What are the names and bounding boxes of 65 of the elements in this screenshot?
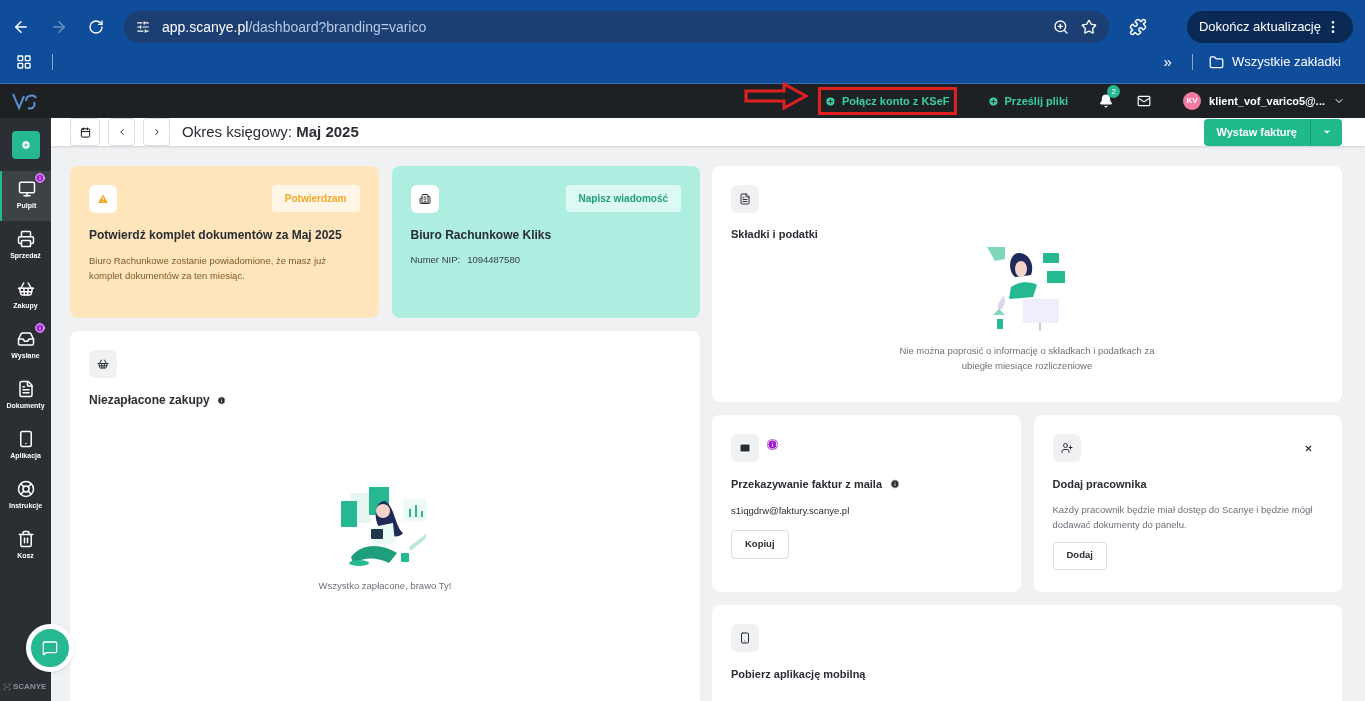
card-title: Przekazywanie faktur z maila (731, 477, 882, 492)
add-user-icon (1052, 434, 1081, 462)
basket-icon (89, 350, 117, 378)
url-text: app.scanye.pl/dashboard?branding=varico (162, 17, 427, 37)
document-icon (731, 185, 759, 213)
phone-icon (731, 624, 759, 652)
brand-mark: SCANYE (0, 681, 51, 701)
caret-icon (1321, 127, 1332, 137)
empty-state-text: Wszystko zapłacone, brawo Ty! (318, 579, 452, 593)
avatar: KV (1183, 92, 1202, 110)
card-title: Dodaj pracownika (1052, 477, 1148, 492)
user-menu[interactable]: KV klient_vof_varico5@... (1183, 92, 1345, 110)
user-name: klient_vof_varico5@... (1209, 93, 1325, 109)
bookmarks-folder[interactable]: Wszystkie zakładki (1200, 52, 1349, 72)
basket-icon (16, 280, 35, 299)
add-button[interactable] (11, 131, 40, 159)
folder-icon (1208, 54, 1224, 70)
back-icon[interactable] (12, 18, 30, 36)
card-title: Potwierdź komplet dokumentów za Maj 2025 (89, 227, 343, 244)
bookmarks-overflow[interactable]: » (1163, 50, 1172, 74)
topbar-action-button[interactable]: Połącz konto z KSeF (817, 87, 957, 115)
notification-badge: 2 (1107, 85, 1121, 98)
apps-icon[interactable] (16, 54, 32, 70)
copy-button[interactable]: Kopiuj (731, 529, 789, 559)
calendar-button[interactable] (70, 118, 100, 146)
star-icon[interactable] (1081, 19, 1097, 35)
nip-label: Numer NIP: (410, 253, 461, 267)
calendar-icon (79, 126, 91, 138)
building-icon (410, 185, 439, 213)
nip-value: 1094487580 (467, 253, 520, 267)
empty-state-text: Nie można poprosić o informację o składkach i podatkach za ubiegłe miesiące rozliczeniowe (898, 343, 1156, 373)
card-title: Biuro Rachunkowe Kliks (410, 227, 553, 244)
extensions-icon[interactable] (1129, 18, 1147, 36)
monitor-icon (17, 180, 36, 199)
close-icon[interactable] (1304, 443, 1313, 453)
card-title: Niezapłacone zakupy (89, 392, 210, 409)
zoom-icon[interactable] (1053, 19, 1069, 35)
plus-circle-icon (824, 95, 836, 107)
period-title: Okres księgowy: Maj 2025 (182, 121, 359, 142)
info-badge-icon (767, 438, 778, 450)
card-description: Biuro Rachunkowe zostanie powiadomione, że masz już komplet dokumentów za ten miesiąc. (89, 254, 328, 283)
inbox-icon (16, 330, 35, 349)
lifebuoy-icon (16, 480, 35, 499)
bell-icon[interactable] (1099, 94, 1114, 108)
reload-icon[interactable] (88, 19, 104, 35)
warning-icon (89, 185, 117, 213)
card-description: Każdy pracownik będzie miał dostęp do Scanye i będzie mógł dodawać dokumenty do panelu. (1052, 502, 1314, 532)
address-bar[interactable]: app.scanye.pl/dashboard?branding=varico (124, 11, 1109, 43)
info-icon[interactable] (216, 395, 226, 405)
card-title: Pobierz aplikację mobilną (731, 667, 867, 682)
chat-icon (42, 640, 58, 656)
document-icon (16, 380, 35, 399)
arrow-annotation (743, 82, 810, 110)
topbar-action-button[interactable]: Prześlij pliki (980, 87, 1076, 115)
forwarding-email: s1iqgdrw@faktury.scanye.pl (731, 503, 851, 518)
plus-circle-icon (20, 140, 31, 150)
card-title: Składki i podatki (731, 227, 819, 242)
site-settings-icon[interactable] (136, 20, 150, 34)
update-button[interactable]: Dokończ aktualizację (1186, 11, 1353, 43)
trash-icon (16, 530, 35, 549)
logo-icon (12, 92, 38, 110)
plus-circle-icon (987, 95, 999, 107)
info-icon[interactable] (890, 479, 900, 490)
printer-icon (16, 230, 35, 249)
add-employee-button[interactable]: Dodaj (1052, 541, 1107, 570)
